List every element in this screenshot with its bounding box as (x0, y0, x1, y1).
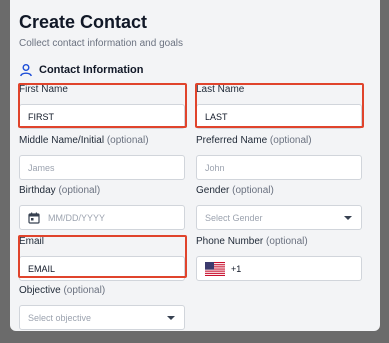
objective-optional: (optional) (63, 285, 106, 296)
section-header: Contact Information (19, 62, 144, 78)
birthday-input[interactable]: MM/DD/YYYY (19, 205, 185, 230)
email-value: EMAIL (28, 263, 56, 274)
birthday-label-text: Birthday (19, 185, 56, 196)
objective-label-text: Objective (19, 285, 61, 296)
preferred-name-input[interactable]: John (196, 155, 362, 180)
chevron-down-icon (344, 216, 352, 220)
first-name-label: First Name (19, 84, 68, 95)
gender-select[interactable]: Select Gender (196, 205, 362, 230)
phone-input[interactable]: +1 (196, 256, 362, 281)
objective-placeholder: Select objective (28, 312, 92, 323)
calendar-icon[interactable] (28, 212, 40, 224)
gender-label-text: Gender (196, 185, 230, 196)
phone-label-text: Phone Number (196, 236, 264, 247)
middle-name-label-text: Middle Name/Initial (19, 135, 105, 146)
objective-select[interactable]: Select objective (19, 305, 185, 330)
create-contact-card: Create Contact Collect contact informati… (10, 0, 380, 331)
last-name-label: Last Name (196, 84, 245, 95)
preferred-name-placeholder: John (205, 162, 225, 173)
middle-name-placeholder: James (28, 162, 55, 173)
gender-optional: (optional) (232, 185, 274, 196)
chevron-down-icon (167, 316, 175, 320)
phone-optional: (optional) (266, 236, 308, 247)
middle-name-label: Middle Name/Initial (optional) (19, 135, 149, 146)
gender-placeholder: Select Gender (205, 212, 263, 223)
us-flag-icon[interactable] (205, 261, 225, 276)
page-subtitle: Collect contact information and goals (19, 38, 183, 49)
person-icon (20, 64, 32, 77)
middle-name-optional: (optional) (106, 135, 149, 146)
email-input[interactable]: EMAIL (19, 256, 185, 281)
birthday-label: Birthday (optional) (19, 185, 100, 196)
email-label: Email (19, 236, 45, 247)
country-code: +1 (231, 263, 242, 274)
phone-label: Phone Number (optional) (196, 236, 308, 247)
preferred-name-label: Preferred Name (optional) (196, 135, 312, 146)
preferred-name-optional: (optional) (269, 135, 312, 146)
preferred-name-label-text: Preferred Name (196, 135, 268, 146)
objective-label: Objective (optional) (19, 285, 105, 296)
section-title: Contact Information (39, 64, 144, 76)
birthday-optional: (optional) (58, 185, 101, 196)
birthday-placeholder: MM/DD/YYYY (48, 212, 106, 223)
page-title: Create Contact (19, 12, 148, 32)
gender-label: Gender (optional) (196, 185, 274, 196)
first-name-value: FIRST (28, 111, 54, 122)
last-name-input[interactable]: LAST (196, 104, 362, 129)
last-name-value: LAST (205, 111, 228, 122)
first-name-input[interactable]: FIRST (19, 104, 185, 129)
middle-name-input[interactable]: James (19, 155, 185, 180)
